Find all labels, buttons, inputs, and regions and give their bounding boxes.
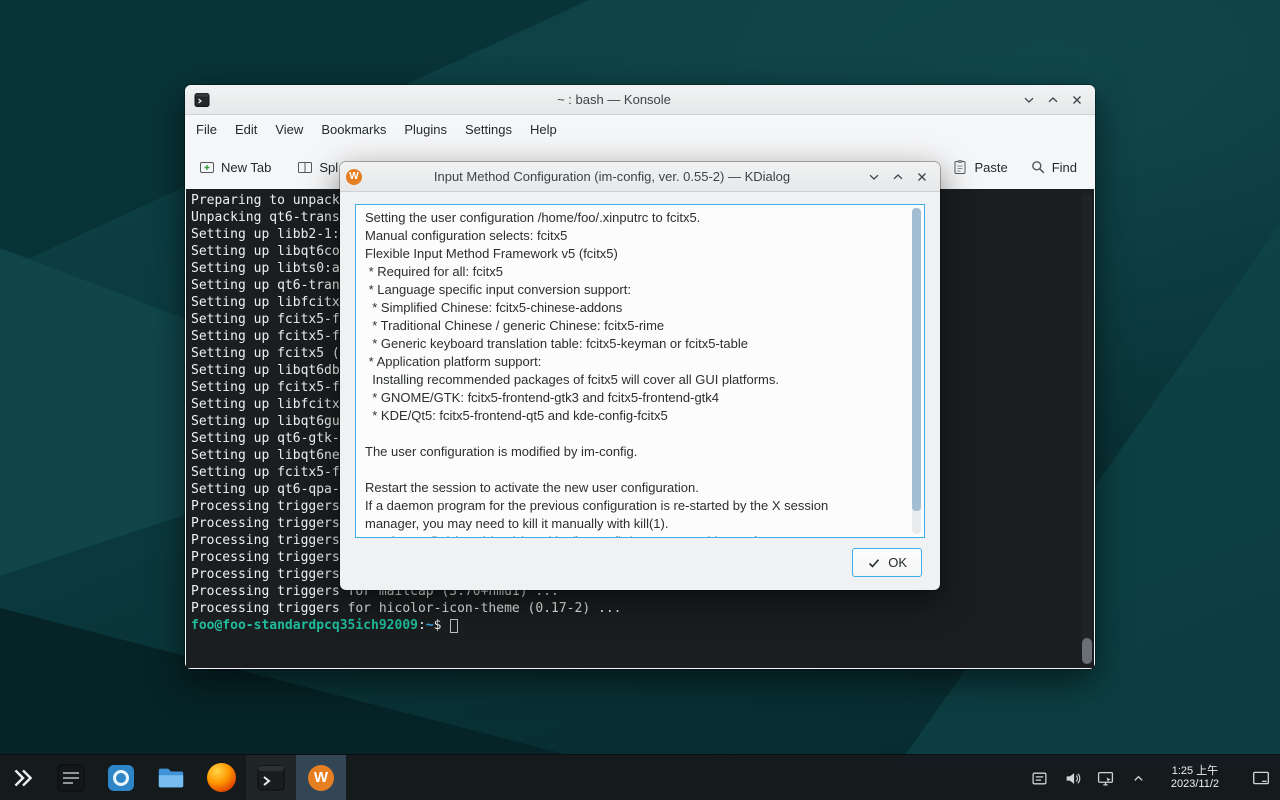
show-desktop-icon[interactable] [1252,769,1270,787]
menu-item[interactable]: View [266,115,312,145]
dialog-line [365,461,914,479]
dialog-line: Restart the session to activate the new … [365,479,914,497]
digital-clock[interactable]: 1:25 上午 2023/11/2 [1171,765,1219,791]
dialog-line: * Traditional Chinese / generic Chinese:… [365,317,914,335]
task-icon-blue-tool[interactable] [96,755,146,800]
new-tab-icon [199,159,215,175]
close-icon[interactable] [910,165,934,189]
dialog-line: If a daemon program for the previous con… [365,497,914,515]
menu-item[interactable]: Bookmarks [312,115,395,145]
find-icon [1030,159,1046,175]
ok-button[interactable]: OK [852,548,922,577]
dialog-line: manager, you may need to kill it manuall… [365,515,914,533]
dialog-line: * Required for all: fcitx5 [365,263,914,281]
dialog-line: See im-config(8) and /usr/share/doc/im-c… [365,533,914,538]
folder-icon [156,763,186,793]
find-label: Find [1052,160,1077,175]
konsole-titlebar[interactable]: ~ : bash — Konsole [185,85,1095,115]
split-view-icon [297,159,313,175]
task-icon-im-config[interactable]: W [296,755,346,800]
dialog-line: * Generic keyboard translation table: fc… [365,335,914,353]
konsole-icon [256,763,286,793]
notifications-icon[interactable] [1031,769,1049,787]
task-icon-konsole[interactable] [246,755,296,800]
split-view-label: Spl [319,160,338,175]
minimize-icon[interactable] [862,165,886,189]
im-config-app-icon: W [346,169,362,185]
tray-expand-icon[interactable] [1130,769,1148,787]
check-icon [867,556,881,570]
dialog-line: The user configuration is modified by im… [365,443,914,461]
terminal-scrollbar-handle[interactable] [1082,638,1092,664]
konsole-menubar: FileEditViewBookmarksPluginsSettingsHelp [185,115,1095,145]
terminal-scrollbar[interactable] [1082,193,1092,664]
dialog-line [365,425,914,443]
maximize-icon[interactable] [886,165,910,189]
kdialog-titlebar[interactable]: W Input Method Configuration (im-config,… [340,162,940,192]
terminal-line: Processing triggers for hicolor-icon-the… [186,600,1094,617]
clock-time: 1:25 上午 [1172,765,1218,778]
paste-button[interactable]: Paste [952,159,1007,175]
task-icon-pager[interactable] [46,755,96,800]
task-icon-firefox[interactable] [196,755,246,800]
terminal-cursor [450,619,458,633]
dialog-text: Setting the user configuration /home/foo… [365,209,914,538]
menu-item[interactable]: Help [521,115,566,145]
find-button[interactable]: Find [1030,159,1077,175]
ok-button-label: OK [888,555,907,570]
dialog-line: * KDE/Qt5: fcitx5-frontend-qt5 and kde-c… [365,407,914,425]
close-icon[interactable] [1065,88,1089,112]
dialog-line: Installing recommended packages of fcitx… [365,371,914,389]
display-icon[interactable] [1097,769,1115,787]
maximize-icon[interactable] [1041,88,1065,112]
firefox-icon [207,763,236,792]
dialog-line: Manual configuration selects: fcitx5 [365,227,914,245]
dialog-scrollbar-handle[interactable] [912,208,921,511]
paste-icon [952,159,968,175]
launcher-icon [10,765,36,791]
im-config-icon: W [308,765,334,791]
prompt-user-host: foo@foo-standardpcq35ich92009 [191,617,418,634]
menu-item[interactable]: Settings [456,115,521,145]
dialog-line: Flexible Input Method Framework v5 (fcit… [365,245,914,263]
system-tray: 1:25 上午 2023/11/2 [1031,755,1280,800]
task-icon-file-manager[interactable] [146,755,196,800]
clock-date: 2023/11/2 [1171,778,1219,791]
minimize-icon[interactable] [1017,88,1041,112]
menu-item[interactable]: File [187,115,226,145]
taskbar: W 1:25 上午 2023/11/2 [0,754,1280,800]
dialog-line: * GNOME/GTK: fcitx5-frontend-gtk3 and fc… [365,389,914,407]
application-launcher-button[interactable] [0,755,46,800]
menu-item[interactable]: Plugins [395,115,456,145]
prompt-path: ~ [426,617,434,634]
kdialog-window: W Input Method Configuration (im-config,… [340,162,940,590]
new-tab-label: New Tab [221,160,271,175]
dialog-line: * Application platform support: [365,353,914,371]
desktop: ~ : bash — Konsole FileEditViewBookmarks… [0,0,1280,800]
new-tab-button[interactable]: New Tab [199,159,271,175]
dialog-scrollbar[interactable] [912,208,921,534]
split-view-button[interactable]: Spl [297,159,338,175]
dialog-line: * Language specific input conversion sup… [365,281,914,299]
konsole-app-icon [193,91,211,109]
dialog-line: * Simplified Chinese: fcitx5-chinese-add… [365,299,914,317]
window-title: ~ : bash — Konsole [211,92,1017,107]
paste-label: Paste [974,160,1007,175]
dialog-text-area[interactable]: Setting the user configuration /home/foo… [355,204,925,538]
menu-item[interactable]: Edit [226,115,266,145]
dialog-line: Setting the user configuration /home/foo… [365,209,914,227]
volume-icon[interactable] [1064,769,1082,787]
terminal-prompt-line: foo@foo-standardpcq35ich92009:~$ [186,617,1094,634]
window-title: Input Method Configuration (im-config, v… [362,169,862,184]
